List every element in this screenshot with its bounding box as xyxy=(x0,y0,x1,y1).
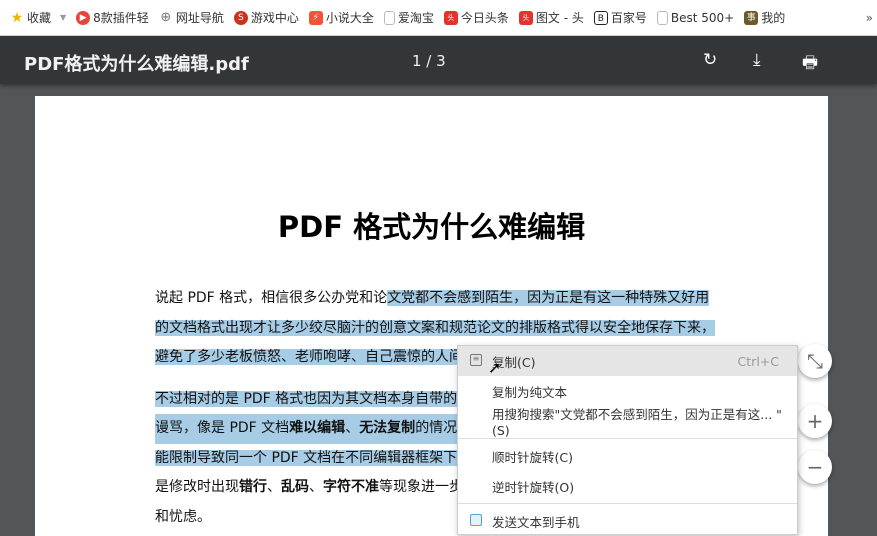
menu-item-search[interactable]: 用搜狗搜索"文党都不会感到陌生，因为正是有这... "(S) xyxy=(458,406,797,438)
plugin-icon: ▶ xyxy=(76,10,91,25)
bold-text: 字符不准 xyxy=(323,479,379,495)
star-icon: ★ xyxy=(10,9,24,26)
menu-item-send-phone[interactable]: 发送文本到手机 xyxy=(458,506,797,536)
menu-item-copy-plain[interactable]: 复制为纯文本 xyxy=(458,376,797,406)
fit-page-button[interactable]: ⤡ xyxy=(798,344,832,378)
selected-text: 不过相对的是 PDF 格式也因为其文档本身自带的 xyxy=(155,390,458,407)
bold-text: 难以编辑 xyxy=(289,420,346,436)
text-line: 说起 PDF 格式，相信很多公办党和论 xyxy=(155,290,388,306)
bold-text: 乱码 xyxy=(281,479,309,495)
page-icon xyxy=(656,10,668,25)
baijiahao-icon: B xyxy=(593,10,608,25)
bookmark-item[interactable]: ▶ 8款插件轻 xyxy=(76,9,149,26)
menu-item-copy[interactable]: ≡ 复制(C) Ctrl+C xyxy=(458,346,797,376)
text: 和忧虑。 xyxy=(155,508,211,525)
menu-item-rotate-ccw[interactable]: 逆时针旋转(O) xyxy=(458,471,797,501)
document-title: PDF格式为什么难编辑.pdf xyxy=(24,54,249,75)
more-bookmarks-icon[interactable]: » xyxy=(866,11,873,25)
menu-item-rotate-cw[interactable]: 顺时针旋转(C) xyxy=(458,441,797,471)
novel-icon: ⚡ xyxy=(308,10,323,25)
mouse-cursor-icon: ➚ xyxy=(488,358,502,377)
text: 、 xyxy=(309,479,323,495)
bold-text: 错行 xyxy=(239,479,267,495)
text: 等现象进一步 xyxy=(379,479,463,495)
text: 、 xyxy=(267,479,281,495)
toutiao-icon: 头 xyxy=(518,10,533,25)
rotate-icon[interactable]: ↻ xyxy=(703,50,717,70)
bookmark-item[interactable]: ⊕ 网址导航 xyxy=(159,9,223,26)
shortcut-label: Ctrl+C xyxy=(737,353,779,369)
phone-send-icon xyxy=(470,514,482,526)
print-icon[interactable]: 🖶 xyxy=(802,50,818,79)
zoom-in-button[interactable]: + xyxy=(798,404,832,438)
toutiao-icon: 头 xyxy=(443,10,458,25)
text: 、 xyxy=(345,420,360,436)
bookmark-item[interactable]: ⚡ 小说大全 xyxy=(308,9,374,26)
bookmark-item[interactable]: 爱淘宝 xyxy=(383,9,434,26)
pdf-toolbar: PDF格式为什么难编辑.pdf 1 / 3 ↻ ⤓ 🖶 xyxy=(0,36,877,84)
menu-divider xyxy=(458,438,797,439)
game-icon: S xyxy=(233,10,248,25)
selected-text: 避免了多少老板愤怒、老师咆哮、自己震惊的人间悲剧。 xyxy=(155,349,505,365)
menu-divider xyxy=(458,503,797,504)
selected-text: 的文档格式出现才让多少绞尽脑汁的创意文案和规范论文的排版格式得以安全地保存下来， xyxy=(155,319,715,336)
globe-icon: ⊕ xyxy=(160,9,172,25)
bookmark-item[interactable]: B 百家号 xyxy=(593,9,647,26)
selected-text: 谩骂，像是 PDF 文档 xyxy=(155,420,290,436)
dropdown-icon[interactable]: ▼ xyxy=(60,13,66,22)
download-icon[interactable]: ⤓ xyxy=(753,50,761,70)
zoom-out-button[interactable]: − xyxy=(798,450,832,484)
text: 是修改时出现 xyxy=(155,479,239,495)
bold-text: 无法复制 xyxy=(359,420,416,436)
bookmark-item[interactable]: S 游戏中心 xyxy=(233,9,299,26)
bookmark-item[interactable]: Best 500+ xyxy=(656,10,734,25)
bookmark-item[interactable]: 头图文 - 头 xyxy=(518,9,584,26)
context-menu: ≡ 复制(C) Ctrl+C 复制为纯文本 用搜狗搜索"文党都不会感到陌生，因为正是… xyxy=(457,345,798,535)
bookmark-item[interactable]: 事我的 xyxy=(744,9,785,26)
selected-text: 文党都不会感到陌生，因为正是有这一种特殊又好用 xyxy=(387,290,710,306)
copy-icon: ≡ xyxy=(470,354,482,366)
book-icon: 事 xyxy=(744,10,759,25)
document-heading: PDF 格式为什么难编辑 xyxy=(277,210,586,244)
bookmark-item[interactable]: 头今日头条 xyxy=(443,9,509,26)
selected-text: 能限制导致同一个 PDF 文档在不同编辑器框架下 xyxy=(155,449,458,466)
bookmarks-bar: ★ 收藏 ▼ ▶ 8款插件轻 ⊕ 网址导航 S 游戏中心 ⚡ 小说大全 爱淘宝 头今日头条 … xyxy=(0,0,877,36)
page-indicator: 1 / 3 xyxy=(412,52,446,70)
page-icon xyxy=(383,10,395,25)
bookmark-item[interactable]: ★ 收藏 ▼ xyxy=(10,9,66,26)
